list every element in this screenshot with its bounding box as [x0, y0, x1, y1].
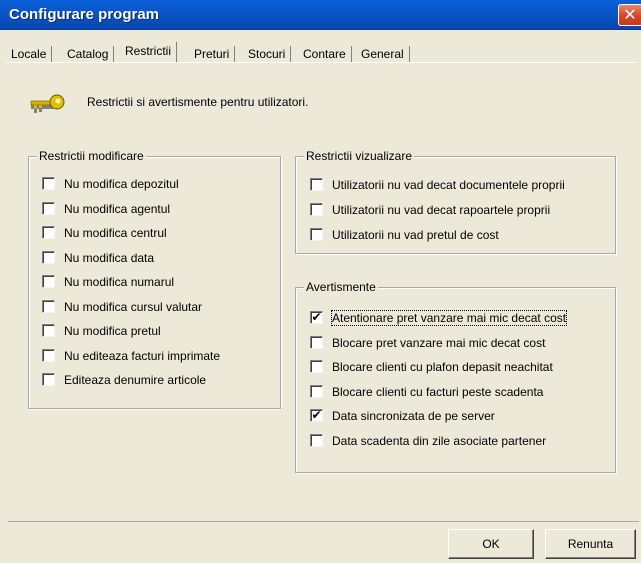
tab-strip: Locale Catalog Restrictii Preturi Stocur… — [6, 38, 636, 62]
checkbox-unchecked-icon[interactable] — [42, 226, 55, 239]
cancel-button[interactable]: Renunta — [545, 529, 636, 559]
checkbox-label: Nu modifica numarul — [64, 275, 175, 289]
tab-preturi[interactable]: Preturi — [189, 46, 236, 62]
checkbox-label: Nu modifica cursul valutar — [64, 299, 203, 314]
checkbox-unchecked-icon[interactable] — [310, 203, 323, 216]
key-icon — [30, 94, 65, 113]
checkbox-label: Nu modifica centrul — [64, 226, 167, 240]
checkbox-unchecked-icon[interactable] — [42, 348, 55, 362]
group-title-restrictii-modificare: Restrictii modificare — [37, 149, 146, 163]
tab-restrictii[interactable]: Restrictii — [120, 42, 178, 62]
checkbox-label: Blocare pret vanzare mai mic decat cost — [332, 335, 546, 350]
tab-general[interactable]: General — [356, 46, 410, 62]
checkbox-label: Utilizatorii nu vad pretul de cost — [332, 228, 499, 242]
checkbox-unchecked-icon[interactable] — [42, 299, 55, 313]
checkbox-label: Editeaza denumire articole — [64, 373, 207, 387]
checkbox-label: Blocare clienti cu plafon depasit neachi… — [332, 360, 553, 374]
checkbox-unchecked-icon[interactable] — [42, 250, 55, 264]
group-title-restrictii-vizualizare: Restrictii vizualizare — [304, 149, 415, 163]
checkbox-unchecked-icon[interactable] — [42, 177, 55, 190]
configurare-program-window: Configurare program ✕ Locale Catalog Res… — [0, 0, 641, 563]
title-bar[interactable]: Configurare program ✕ — [0, 0, 641, 30]
header-text: Restrictii si avertismente pentru utiliz… — [87, 95, 309, 109]
tab-catalog[interactable]: Catalog — [62, 46, 115, 62]
checkbox-unchecked-icon[interactable] — [42, 373, 55, 386]
window-title: Configurare program — [9, 6, 160, 23]
close-icon[interactable]: ✕ — [618, 4, 641, 26]
tab-contare[interactable]: Contare — [298, 46, 352, 62]
checkbox-label: Utilizatorii nu vad decat rapoartele pro… — [332, 203, 551, 217]
checkbox-label: Blocare clienti cu facturi peste scadent… — [332, 384, 544, 399]
checkbox-label: Nu modifica depozitul — [64, 177, 179, 191]
checkbox-checked-icon[interactable]: ✔ — [310, 311, 323, 324]
tab-divider — [6, 62, 636, 63]
checkbox-label: Data sincronizata de pe server — [332, 409, 495, 423]
checkbox-unchecked-icon[interactable] — [42, 275, 55, 288]
checkbox-unchecked-icon[interactable] — [310, 228, 323, 241]
checkbox-unchecked-icon[interactable] — [310, 178, 323, 191]
button-separator — [8, 521, 639, 522]
checkbox-label: Utilizatorii nu vad decat documentele pr… — [332, 178, 565, 192]
tab-stocuri[interactable]: Stocuri — [243, 46, 292, 62]
ok-button[interactable]: OK — [448, 529, 534, 559]
tab-locale[interactable]: Locale — [6, 46, 53, 62]
checkbox-label: Nu modifica pretul — [64, 324, 161, 338]
group-title-avertismente: Avertismente — [304, 280, 378, 294]
checkbox-unchecked-icon[interactable] — [310, 433, 323, 447]
checkbox-unchecked-icon[interactable] — [310, 360, 323, 373]
checkbox-label: Data scadenta din zile asociate partener — [332, 433, 547, 448]
checkbox-label: Nu modifica data — [64, 250, 155, 265]
checkbox-label: Atentionare pret vanzare mai mic decat c… — [330, 310, 568, 326]
checkbox-unchecked-icon[interactable] — [310, 384, 323, 398]
checkbox-unchecked-icon[interactable] — [42, 324, 55, 337]
checkbox-checked-icon[interactable]: ✔ — [310, 409, 323, 422]
checkbox-label: Nu modifica agentul — [64, 201, 171, 216]
checkbox-label: Nu editeaza facturi imprimate — [64, 348, 221, 363]
checkbox-unchecked-icon[interactable] — [310, 335, 323, 349]
checkbox-unchecked-icon[interactable] — [42, 201, 55, 215]
